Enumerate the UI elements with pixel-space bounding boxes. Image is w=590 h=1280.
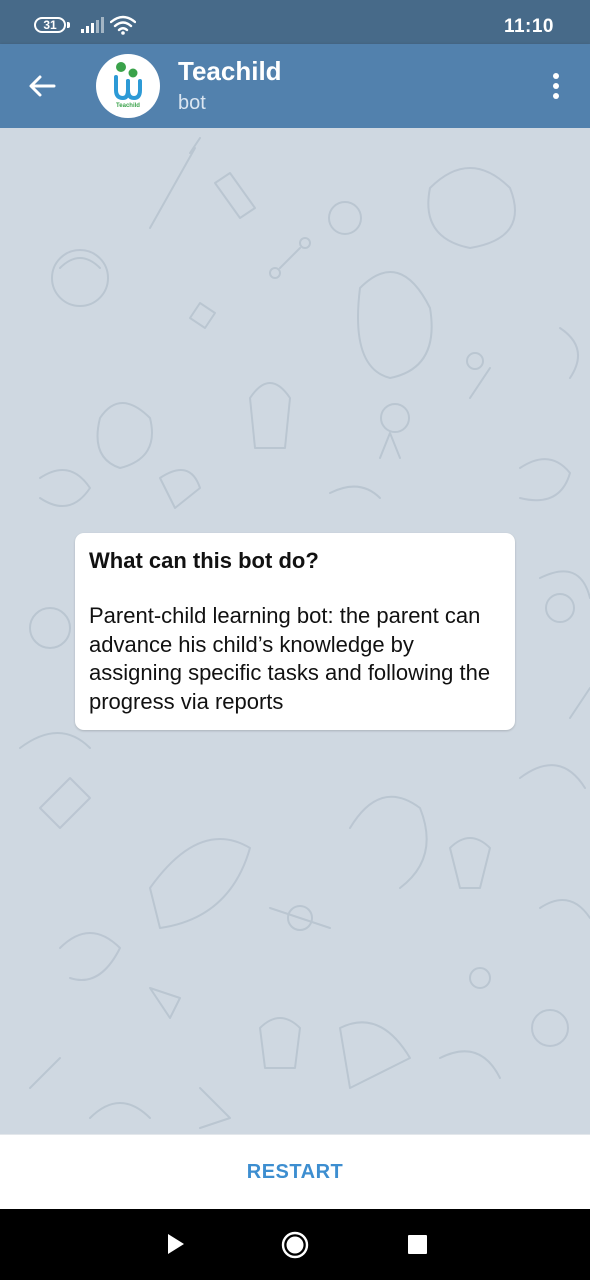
chat-header: Teachild Teachild bot [0, 44, 590, 128]
battery-tip [67, 22, 70, 28]
battery-icon: 31 [34, 17, 66, 33]
avatar-label: Teachild [116, 103, 140, 109]
battery-level: 31 [43, 18, 57, 32]
arrow-left-icon [29, 75, 56, 97]
chat-background: What can this bot do? Parent-child learn… [0, 128, 590, 1134]
more-vertical-icon [553, 73, 559, 99]
back-button[interactable] [20, 64, 64, 108]
bot-info-title: What can this bot do? [89, 548, 319, 573]
more-options-button[interactable] [542, 66, 570, 106]
status-bar: 31 11:10 [0, 0, 590, 44]
bottom-action-bar: RESTART [0, 1134, 590, 1209]
bot-info-description: Parent-child learning bot: the parent ca… [89, 603, 491, 714]
signal-icon [81, 17, 104, 33]
triangle-back-icon[interactable] [163, 1231, 187, 1257]
square-recents-icon[interactable] [408, 1235, 427, 1254]
chat-subtitle: bot [178, 92, 206, 114]
wifi-icon [110, 15, 136, 35]
system-navigation-bar [0, 1209, 590, 1280]
restart-button[interactable]: RESTART [247, 1161, 343, 1184]
status-time: 11:10 [503, 16, 554, 37]
bot-info-card: What can this bot do? Parent-child learn… [75, 533, 515, 730]
circle-home-icon[interactable] [281, 1231, 309, 1259]
avatar[interactable]: Teachild [96, 54, 160, 118]
chat-title[interactable]: Teachild [178, 56, 282, 87]
